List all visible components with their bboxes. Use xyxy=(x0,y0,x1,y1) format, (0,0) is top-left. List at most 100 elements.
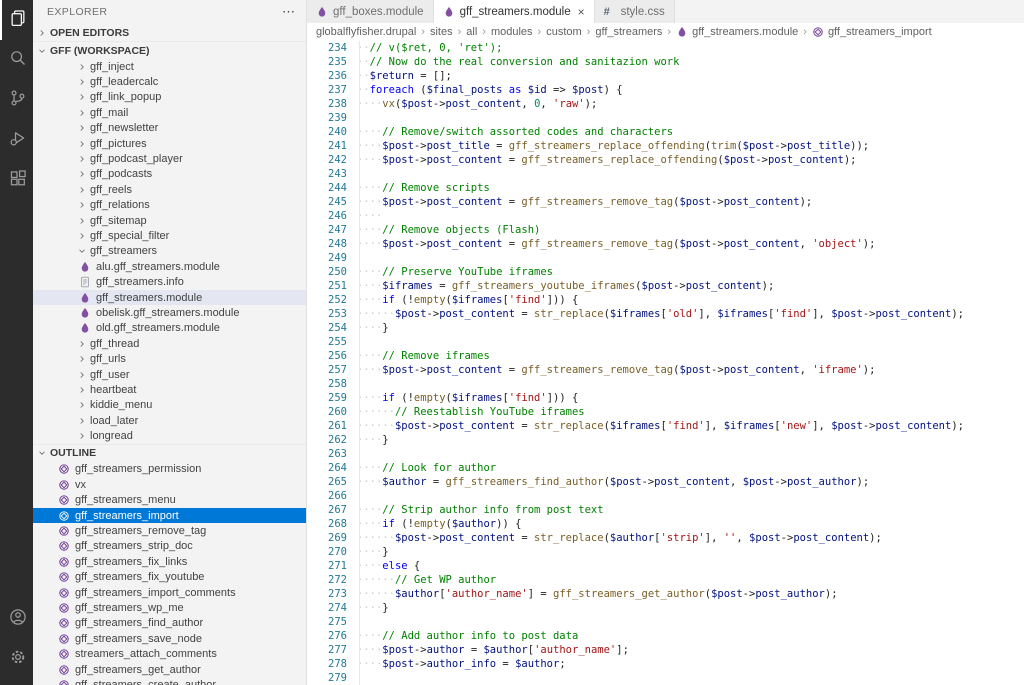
code-line[interactable]: 247····// Remove objects (Flash) xyxy=(307,223,1024,237)
outline-header[interactable]: OUTLINE xyxy=(33,444,306,462)
code-line[interactable]: 249 xyxy=(307,251,1024,265)
outline-item-gff_streamers_create_author[interactable]: gff_streamers_create_author xyxy=(33,677,306,685)
breadcrumb-item-all[interactable]: all xyxy=(466,26,477,38)
code-line[interactable]: 250····// Preserve YouTube iframes xyxy=(307,265,1024,279)
code-line[interactable]: 253······$post->post_content = str_repla… xyxy=(307,307,1024,321)
code-line[interactable]: 252····if (!empty($iframes['find'])) { xyxy=(307,293,1024,307)
code-line[interactable]: 270····} xyxy=(307,545,1024,559)
breadcrumb-item-custom[interactable]: custom xyxy=(546,26,581,38)
code-line[interactable]: 241····$post->post_title = gff_streamers… xyxy=(307,139,1024,153)
activity-run-debug-button[interactable] xyxy=(0,120,33,160)
tree-item-gff-mail[interactable]: gff_mail xyxy=(33,105,306,120)
code-line[interactable]: 277····$post->author = $author['author_n… xyxy=(307,643,1024,657)
code-line[interactable]: 234··// v($ret, 0, 'ret'); xyxy=(307,41,1024,55)
activity-explorer-button[interactable] xyxy=(0,0,33,40)
breadcrumb-item-gff-streamers[interactable]: gff_streamers xyxy=(595,26,662,38)
code-line[interactable]: 268····if (!empty($author)) { xyxy=(307,517,1024,531)
code-line[interactable]: 278····$post->author_info = $author; xyxy=(307,657,1024,671)
code-line[interactable]: 256····// Remove iframes xyxy=(307,349,1024,363)
tree-item-alu-gff-streamers-module[interactable]: alu.gff_streamers.module xyxy=(33,259,306,274)
code-line[interactable]: 276····// Add author info to post data xyxy=(307,629,1024,643)
outline-item-gff_streamers_get_author[interactable]: gff_streamers_get_author xyxy=(33,662,306,677)
code-line[interactable]: 262····} xyxy=(307,433,1024,447)
code-line[interactable]: 258 xyxy=(307,377,1024,391)
code-line[interactable]: 260······// Reestablish YouTube iframes xyxy=(307,405,1024,419)
code-line[interactable]: 242····$post->post_content = gff_streame… xyxy=(307,153,1024,167)
code-line[interactable]: 236··$return = []; xyxy=(307,69,1024,83)
code-line[interactable]: 243 xyxy=(307,167,1024,181)
code-line[interactable]: 279 xyxy=(307,671,1024,685)
tree-item-kiddie-menu[interactable]: kiddie_menu xyxy=(33,398,306,413)
activity-account-button[interactable] xyxy=(0,599,33,639)
code-line[interactable]: 273······$author['author_name'] = gff_st… xyxy=(307,587,1024,601)
outline-item-gff_streamers_import[interactable]: gff_streamers_import xyxy=(33,508,306,523)
open-editors-header[interactable]: OPEN EDITORS xyxy=(33,24,306,41)
activity-extensions-button[interactable] xyxy=(0,160,33,200)
code-line[interactable]: 275 xyxy=(307,615,1024,629)
code-line[interactable]: 272······// Get WP author xyxy=(307,573,1024,587)
tree-item-gff-podcast-player[interactable]: gff_podcast_player xyxy=(33,151,306,166)
code-line[interactable]: 267····// Strip author info from post te… xyxy=(307,503,1024,517)
code-line[interactable]: 239 xyxy=(307,111,1024,125)
code-line[interactable]: 240····// Remove/switch assorted codes a… xyxy=(307,125,1024,139)
breadcrumb-item-modules[interactable]: modules xyxy=(491,26,533,38)
tree-item-gff-reels[interactable]: gff_reels xyxy=(33,182,306,197)
tree-item-obelisk-gff-streamers-module[interactable]: obelisk.gff_streamers.module xyxy=(33,305,306,320)
outline-item-gff_streamers_fix_youtube[interactable]: gff_streamers_fix_youtube xyxy=(33,570,306,585)
activity-settings-button[interactable] xyxy=(0,639,33,679)
outline-item-gff_streamers_strip_doc[interactable]: gff_streamers_strip_doc xyxy=(33,539,306,554)
tree-item-gff-streamers[interactable]: gff_streamers xyxy=(33,244,306,259)
code-line[interactable]: 264····// Look for author xyxy=(307,461,1024,475)
outline-item-gff_streamers_import_comments[interactable]: gff_streamers_import_comments xyxy=(33,585,306,600)
code-editor[interactable]: 234··// v($ret, 0, 'ret');235··// Now do… xyxy=(307,41,1024,685)
code-line[interactable]: 274····} xyxy=(307,601,1024,615)
outline-item-gff_streamers_save_node[interactable]: gff_streamers_save_node xyxy=(33,631,306,646)
tree-item-gff-streamers-info[interactable]: gff_streamers.info xyxy=(33,274,306,289)
code-line[interactable]: 245····$post->post_content = gff_streame… xyxy=(307,195,1024,209)
code-line[interactable]: 263 xyxy=(307,447,1024,461)
code-line[interactable]: 246···· xyxy=(307,209,1024,223)
close-icon[interactable]: × xyxy=(578,6,585,18)
tree-item-load-later[interactable]: load_later xyxy=(33,413,306,428)
breadcrumb-item-gff-streamers-import[interactable]: gff_streamers_import xyxy=(812,26,932,38)
outline-item-gff_streamers_fix_links[interactable]: gff_streamers_fix_links xyxy=(33,554,306,569)
tab-gff-boxes-module[interactable]: gff_boxes.module xyxy=(307,0,434,23)
breadcrumb-item-sites[interactable]: sites xyxy=(430,26,453,38)
tree-item-heartbeat[interactable]: heartbeat xyxy=(33,382,306,397)
activity-search-button[interactable] xyxy=(0,40,33,80)
code-line[interactable]: 255 xyxy=(307,335,1024,349)
outline-item-gff_streamers_wp_me[interactable]: gff_streamers_wp_me xyxy=(33,600,306,615)
outline-item-vx[interactable]: vx xyxy=(33,477,306,492)
code-line[interactable]: 235··// Now do the real conversion and s… xyxy=(307,55,1024,69)
code-line[interactable]: 271····else { xyxy=(307,559,1024,573)
breadcrumb-item-gff-streamers-module[interactable]: gff_streamers.module xyxy=(676,26,798,38)
outline-item-streamers_attach_comments[interactable]: streamers_attach_comments xyxy=(33,646,306,661)
tree-item-gff-urls[interactable]: gff_urls xyxy=(33,351,306,366)
code-line[interactable]: 257····$post->post_content = gff_streame… xyxy=(307,363,1024,377)
activity-source-control-button[interactable] xyxy=(0,80,33,120)
tree-item-gff-thread[interactable]: gff_thread xyxy=(33,336,306,351)
breadcrumb-item-globalflyfisher-drupal[interactable]: globalflyfisher.drupal xyxy=(316,26,416,38)
outline-item-gff_streamers_remove_tag[interactable]: gff_streamers_remove_tag xyxy=(33,523,306,538)
workspace-header[interactable]: GFF (WORKSPACE) xyxy=(33,41,306,59)
more-actions-icon[interactable]: ⋯ xyxy=(282,4,296,20)
code-line[interactable]: 244····// Remove scripts xyxy=(307,181,1024,195)
code-line[interactable]: 251····$iframes = gff_streamers_youtube_… xyxy=(307,279,1024,293)
tree-item-gff-leadercalc[interactable]: gff_leadercalc xyxy=(33,74,306,89)
tree-item-gff-podcasts[interactable]: gff_podcasts xyxy=(33,167,306,182)
tab-gff-streamers-module[interactable]: gff_streamers.module× xyxy=(434,0,595,23)
code-line[interactable]: 259····if (!empty($iframes['find'])) { xyxy=(307,391,1024,405)
tree-item-old-gff-streamers-module[interactable]: old.gff_streamers.module xyxy=(33,321,306,336)
code-line[interactable]: 269······$post->post_content = str_repla… xyxy=(307,531,1024,545)
tree-item-gff-newsletter[interactable]: gff_newsletter xyxy=(33,121,306,136)
code-line[interactable]: 261······$post->post_content = str_repla… xyxy=(307,419,1024,433)
tree-item-gff-pictures[interactable]: gff_pictures xyxy=(33,136,306,151)
outline-item-gff_streamers_menu[interactable]: gff_streamers_menu xyxy=(33,493,306,508)
code-line[interactable]: 265····$author = gff_streamers_find_auth… xyxy=(307,475,1024,489)
tree-item-gff-sitemap[interactable]: gff_sitemap xyxy=(33,213,306,228)
tree-item-gff-inject[interactable]: gff_inject xyxy=(33,59,306,74)
code-line[interactable]: 238····vx($post->post_content, 0, 'raw')… xyxy=(307,97,1024,111)
code-line[interactable]: 248····$post->post_content = gff_streame… xyxy=(307,237,1024,251)
tree-item-gff-special-filter[interactable]: gff_special_filter xyxy=(33,228,306,243)
code-line[interactable]: 237··foreach ($final_posts as $id => $po… xyxy=(307,83,1024,97)
